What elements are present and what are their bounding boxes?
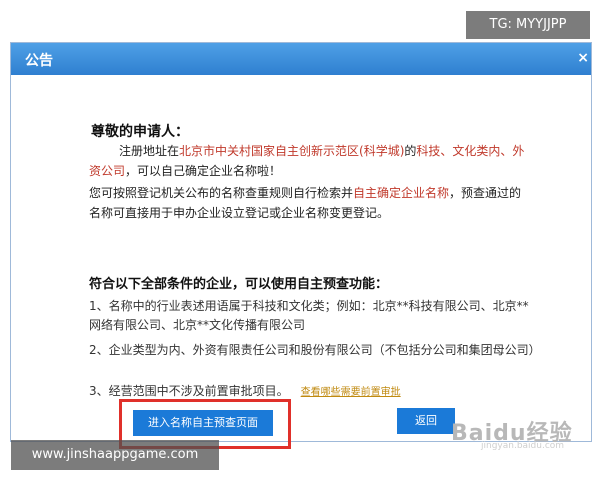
intro-paragraph: 注册地址在北京市中关村国家自主创新示范区(科学城)的科技、文化类内、外资公司，可… [89,141,529,181]
enter-self-check-button[interactable]: 进入名称自主预查页面 [133,410,273,436]
dialog-title: 公告 [25,53,53,69]
condition-item-3-text: 3、经营范围中不涉及前置审批项目。 [89,384,289,398]
intro-text-3: 的 [404,144,417,158]
top-overlay-tag: TG: MYYJJPP [466,11,590,39]
dialog-titlebar: 公告 × [11,43,591,75]
rule-text-2: 自主确定企业名称 [353,186,450,200]
intro-text-2: 北京市中关村国家自主创新示范区(科学城) [179,144,405,158]
conditions-heading: 符合以下全部条件的企业，可以使用自主预查功能： [89,277,389,292]
condition-item-2: 2、企业类型为内、外资有限责任公司和股份有限公司（不包括分公司和集团母公司） [89,343,541,357]
greeting-text: 尊敬的申请人： [91,124,189,140]
back-button[interactable]: 返回 [397,408,455,434]
baidu-watermark-url: jingyan.baidu.com [481,441,565,451]
close-icon[interactable]: × [577,50,589,66]
intro-text-1: 注册地址在 [119,144,180,158]
dialog-content: 尊敬的申请人： 注册地址在北京市中关村国家自主创新示范区(科学城)的科技、文化类… [11,75,591,451]
announcement-dialog: 公告 × 尊敬的申请人： 注册地址在北京市中关村国家自主创新示范区(科学城)的科… [10,42,592,451]
rule-text-1: 您可按照登记机关公布的名称查重规则自行检索并 [89,186,354,200]
condition-item-1: 1、名称中的行业表述用语属于科技和文化类；例如：北京**科技有限公司、北京**网… [89,299,529,332]
intro-text-5: ，可以自己确定企业名称啦！ [125,164,282,178]
rule-paragraph: 您可按照登记机关公布的名称查重规则自行检索并自主确定企业名称，预查通过的名称可直… [89,183,529,223]
bottom-overlay-tag: www.jinshaappgame.com [11,440,219,470]
pre-approval-link[interactable]: 查看哪些需要前置审批 [301,387,401,398]
